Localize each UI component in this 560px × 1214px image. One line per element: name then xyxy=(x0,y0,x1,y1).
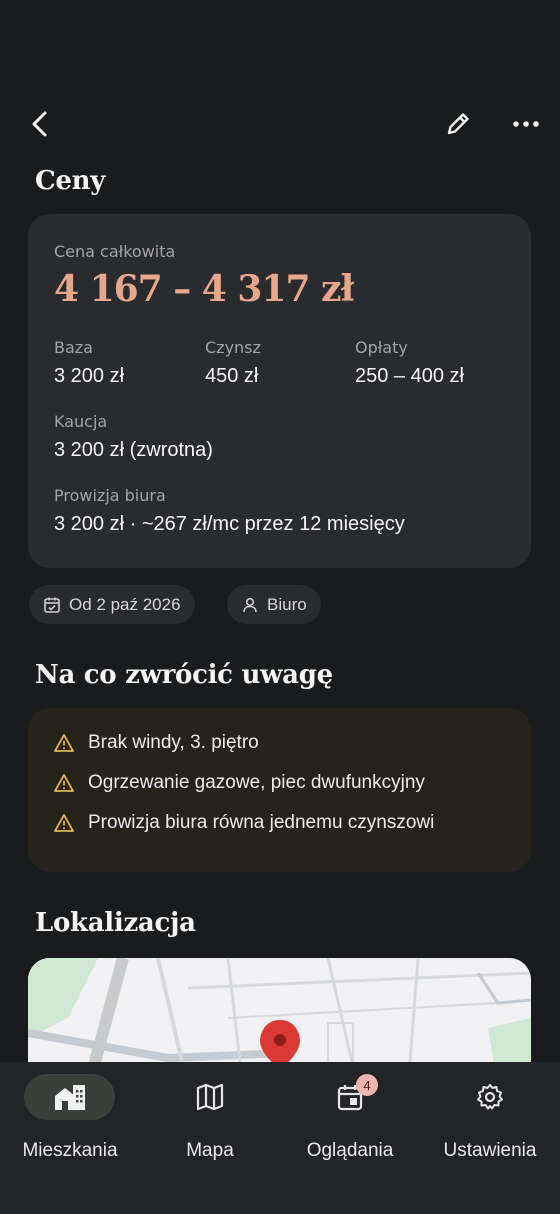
base-label: Baza xyxy=(54,338,93,357)
nav-item-mapa[interactable]: Mapa xyxy=(140,1074,280,1174)
total-price-value: 4 167 – 4 317 zł xyxy=(54,268,354,310)
gear-icon xyxy=(476,1084,503,1110)
warning-item: Brak windy, 3. piętro xyxy=(54,732,259,754)
agency-text: Biuro xyxy=(267,594,307,614)
rent-value: 450 zł xyxy=(205,365,259,387)
back-button[interactable] xyxy=(20,104,60,144)
base-value: 3 200 zł xyxy=(54,365,125,387)
available-from-text: Od 2 paź 2026 xyxy=(69,594,181,614)
calendar-check-icon xyxy=(44,597,60,613)
fees-label: Opłaty xyxy=(355,338,408,357)
warnings-card: Brak windy, 3. piętro Ogrzewanie gazowe,… xyxy=(28,708,531,872)
nav-item-mieszkania[interactable]: Mieszkania xyxy=(0,1074,140,1174)
fees-value: 250 – 400 zł xyxy=(355,365,464,387)
prices-section-title: Ceny xyxy=(35,166,106,196)
person-icon xyxy=(243,597,257,612)
deposit-value: 3 200 zł (zwrotna) xyxy=(54,439,213,461)
chevron-left-icon xyxy=(32,111,47,137)
buildings-icon xyxy=(54,1085,85,1110)
warning-text: Brak windy, 3. piętro xyxy=(88,732,259,753)
warning-triangle-icon xyxy=(54,774,74,792)
nav-label: Mieszkania xyxy=(22,1140,118,1161)
rent-label: Czynsz xyxy=(205,338,261,357)
nav-icon-wrap xyxy=(164,1074,255,1120)
available-from-chip[interactable]: Od 2 paź 2026 xyxy=(29,585,195,624)
warning-text: Ogrzewanie gazowe, piec dwufunkcyjny xyxy=(88,772,425,793)
ogladania-badge: 4 xyxy=(356,1074,378,1096)
bottom-navigation: Mieszkania Mapa 4 Oglądania Ustawienia xyxy=(0,1062,560,1214)
map-icon xyxy=(196,1083,223,1111)
pencil-icon xyxy=(447,113,469,135)
top-bar xyxy=(0,100,560,148)
commission-label: Prowizja biura xyxy=(54,486,166,505)
total-price-label: Cena całkowita xyxy=(54,242,176,261)
price-card: Cena całkowita 4 167 – 4 317 zł Baza 3 2… xyxy=(28,214,531,568)
warning-text: Prowizja biura równa jednemu czynszowi xyxy=(88,812,435,833)
nav-label: Mapa xyxy=(186,1140,234,1161)
more-horizontal-icon xyxy=(513,121,539,127)
agency-chip[interactable]: Biuro xyxy=(227,585,321,624)
deposit-label: Kaucja xyxy=(54,412,108,431)
more-options-button[interactable] xyxy=(506,104,546,144)
nav-label: Oglądania xyxy=(306,1140,394,1161)
warning-item: Prowizja biura równa jednemu czynszowi xyxy=(54,812,434,834)
edit-button[interactable] xyxy=(438,104,478,144)
nav-item-ustawienia[interactable]: Ustawienia xyxy=(420,1074,560,1174)
nav-label: Ustawienia xyxy=(443,1140,537,1161)
warnings-section-title: Na co zwrócić uwagę xyxy=(35,660,333,690)
warning-triangle-icon xyxy=(54,734,74,752)
nav-icon-wrap xyxy=(304,1074,395,1120)
commission-value: 3 200 zł · ~267 zł/mc przez 12 miesięcy xyxy=(54,513,405,535)
nav-item-ogladania[interactable]: 4 Oglądania xyxy=(280,1074,420,1174)
warning-triangle-icon xyxy=(54,814,74,832)
nav-active-indicator xyxy=(24,1074,115,1120)
location-section-title: Lokalizacja xyxy=(35,908,196,938)
nav-icon-wrap xyxy=(444,1074,535,1120)
warning-item: Ogrzewanie gazowe, piec dwufunkcyjny xyxy=(54,772,425,794)
